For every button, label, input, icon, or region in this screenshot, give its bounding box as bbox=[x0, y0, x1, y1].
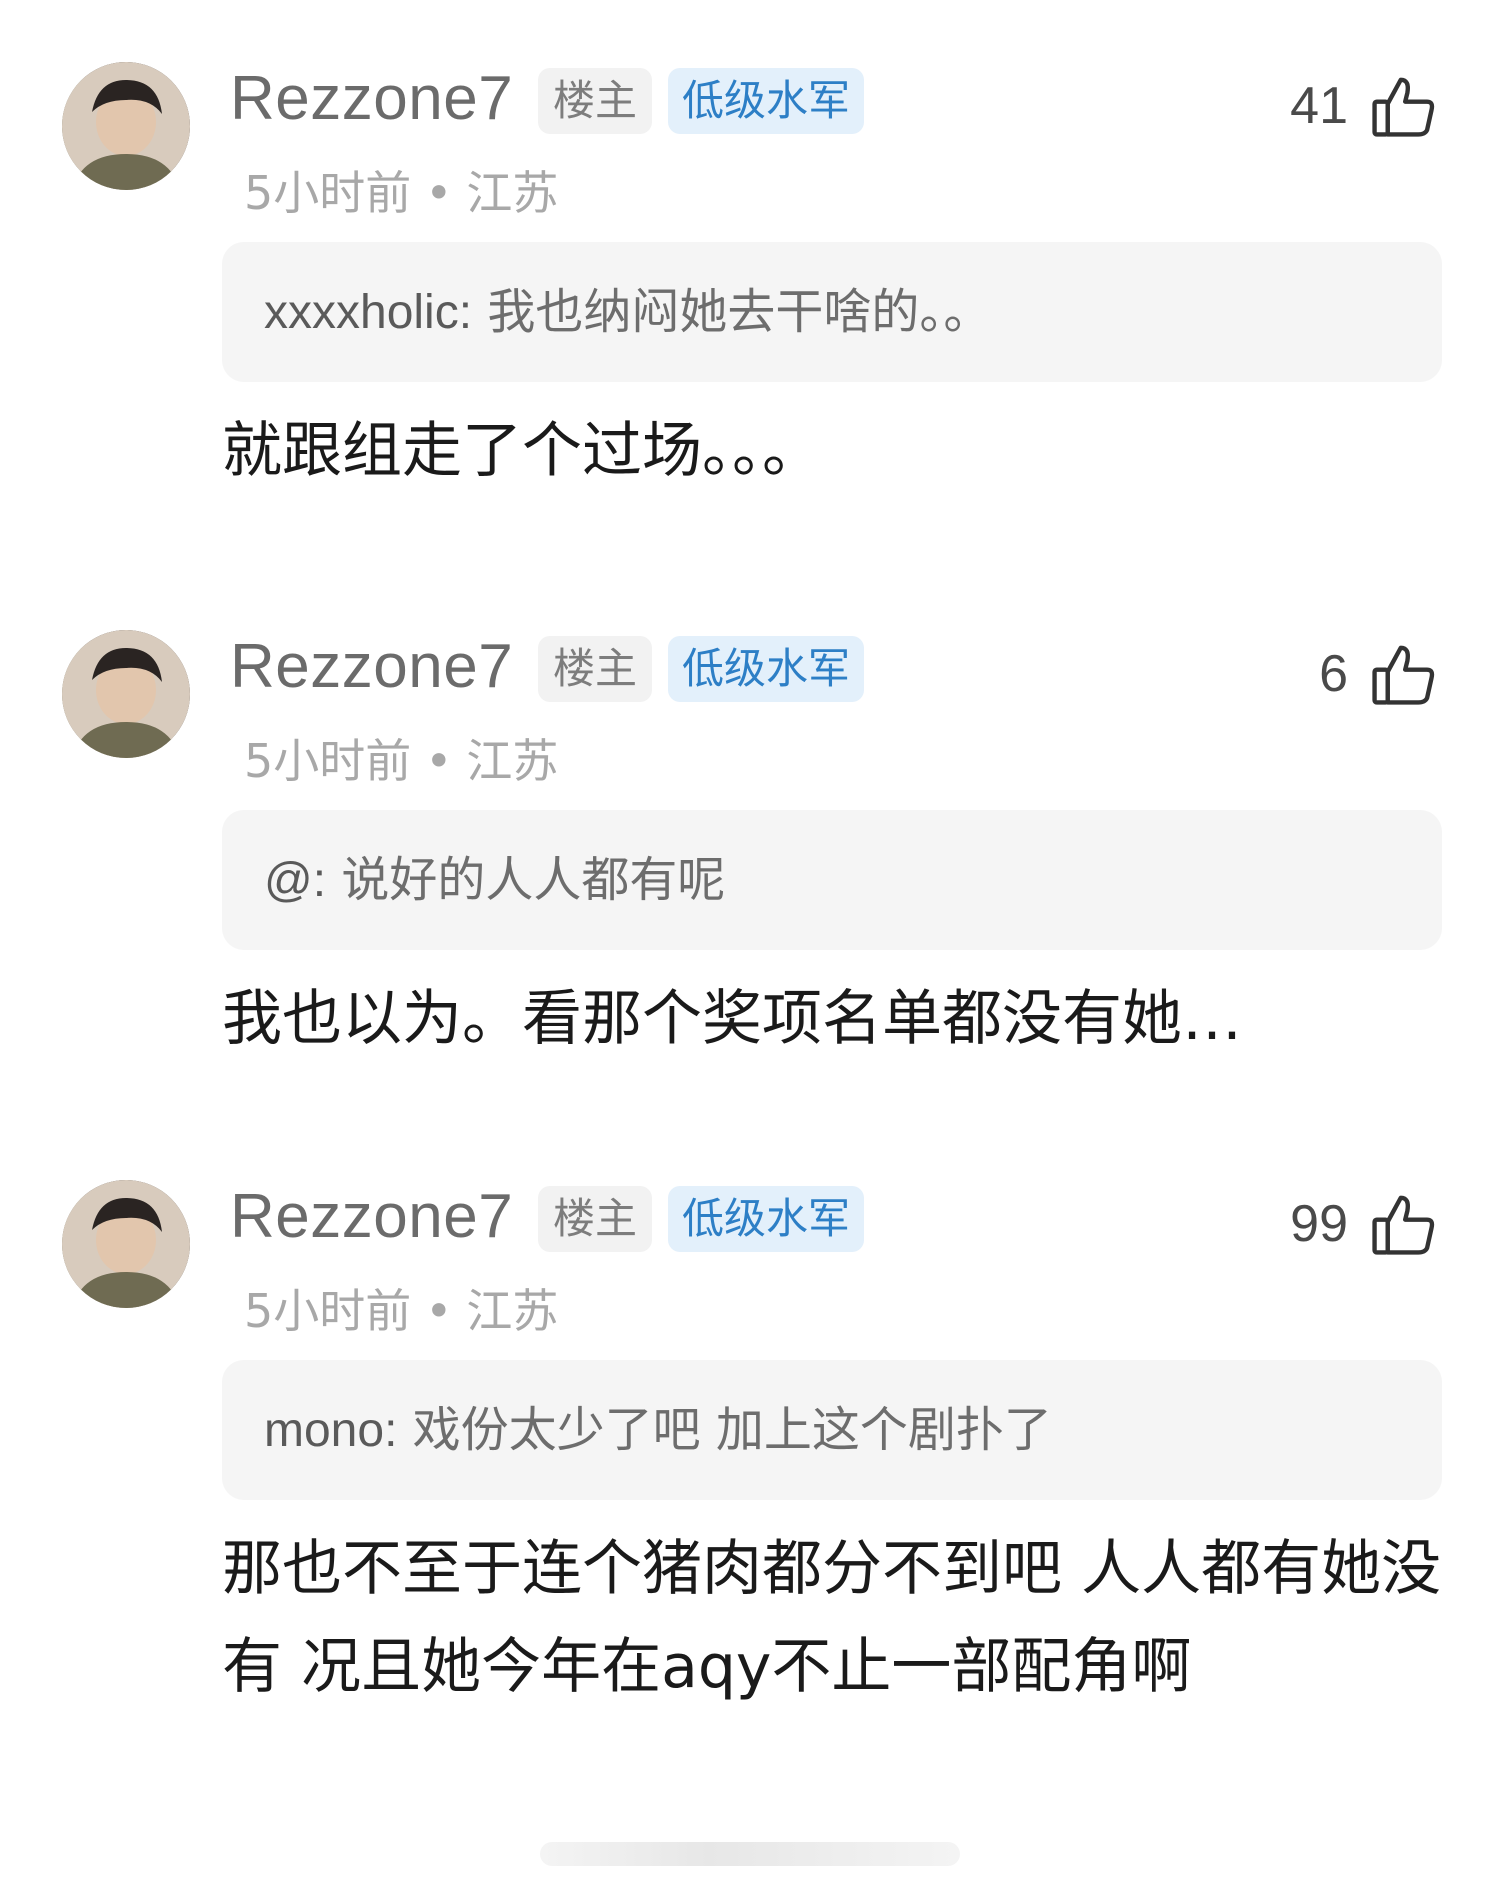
level-badge[interactable]: 低级水军 bbox=[668, 1186, 865, 1252]
username[interactable]: Rezzone7 bbox=[230, 636, 513, 698]
comment-meta: 5小时前 • 江苏 bbox=[244, 1288, 558, 1334]
like-count: 6 bbox=[1319, 645, 1348, 703]
comment-location: 江苏 bbox=[466, 1284, 559, 1338]
comment-location: 江苏 bbox=[466, 734, 559, 788]
quoted-text: 戏份太少了吧 加上这个剧扑了 bbox=[412, 1402, 1052, 1458]
comment-body: 就跟组走了个过场。。。 bbox=[222, 416, 822, 486]
level-badge[interactable]: 低级水军 bbox=[668, 636, 865, 702]
owner-badge: 楼主 bbox=[538, 1186, 652, 1252]
user-avatar[interactable] bbox=[62, 62, 190, 190]
comment-time: 5小时前 bbox=[244, 734, 412, 788]
user-avatar[interactable] bbox=[62, 1180, 190, 1308]
quoted-user: xxxxholic: bbox=[264, 286, 473, 339]
thumbs-up-icon[interactable] bbox=[1368, 1189, 1438, 1259]
meta-separator: • bbox=[425, 166, 453, 220]
comment-body: 那也不至于连个猪肉都分不到吧 人人都有她没有 况且她今年在aqy不止一部配角啊 bbox=[222, 1534, 1442, 1702]
quoted-reply[interactable]: xxxxholic: 我也纳闷她去干啥的。。 bbox=[222, 242, 1442, 382]
level-badge[interactable]: 低级水军 bbox=[668, 68, 865, 134]
username[interactable]: Rezzone7 bbox=[230, 68, 513, 130]
thumbs-up-icon[interactable] bbox=[1368, 639, 1438, 709]
comment-time: 5小时前 bbox=[244, 1284, 412, 1338]
like-button[interactable]: 6 bbox=[1319, 636, 1438, 712]
username[interactable]: Rezzone7 bbox=[230, 1186, 513, 1248]
meta-separator: • bbox=[425, 734, 453, 788]
comment-meta: 5小时前 • 江苏 bbox=[244, 170, 558, 216]
comment-meta: 5小时前 • 江苏 bbox=[244, 738, 558, 784]
quoted-user: mono: bbox=[264, 1404, 398, 1457]
like-count: 41 bbox=[1290, 77, 1348, 135]
like-button[interactable]: 99 bbox=[1290, 1186, 1438, 1262]
comment-time: 5小时前 bbox=[244, 166, 412, 220]
user-avatar[interactable] bbox=[62, 630, 190, 758]
quoted-reply[interactable]: @: 说好的人人都有呢 bbox=[222, 810, 1442, 950]
meta-separator: • bbox=[425, 1284, 453, 1338]
owner-badge: 楼主 bbox=[538, 636, 652, 702]
quoted-reply[interactable]: mono: 戏份太少了吧 加上这个剧扑了 bbox=[222, 1360, 1442, 1500]
quoted-text: 我也纳闷她去干啥的。。 bbox=[487, 284, 992, 340]
owner-badge: 楼主 bbox=[538, 68, 652, 134]
like-button[interactable]: 41 bbox=[1290, 68, 1438, 144]
comment-body: 我也以为。看那个奖项名单都没有她… bbox=[222, 984, 1242, 1054]
scroll-fade-indicator bbox=[540, 1842, 960, 1866]
quoted-text: 说好的人人都有呢 bbox=[341, 852, 726, 908]
quoted-user: @: bbox=[264, 854, 327, 907]
like-count: 99 bbox=[1290, 1195, 1348, 1253]
comment-location: 江苏 bbox=[466, 166, 559, 220]
thumbs-up-icon[interactable] bbox=[1368, 71, 1438, 141]
